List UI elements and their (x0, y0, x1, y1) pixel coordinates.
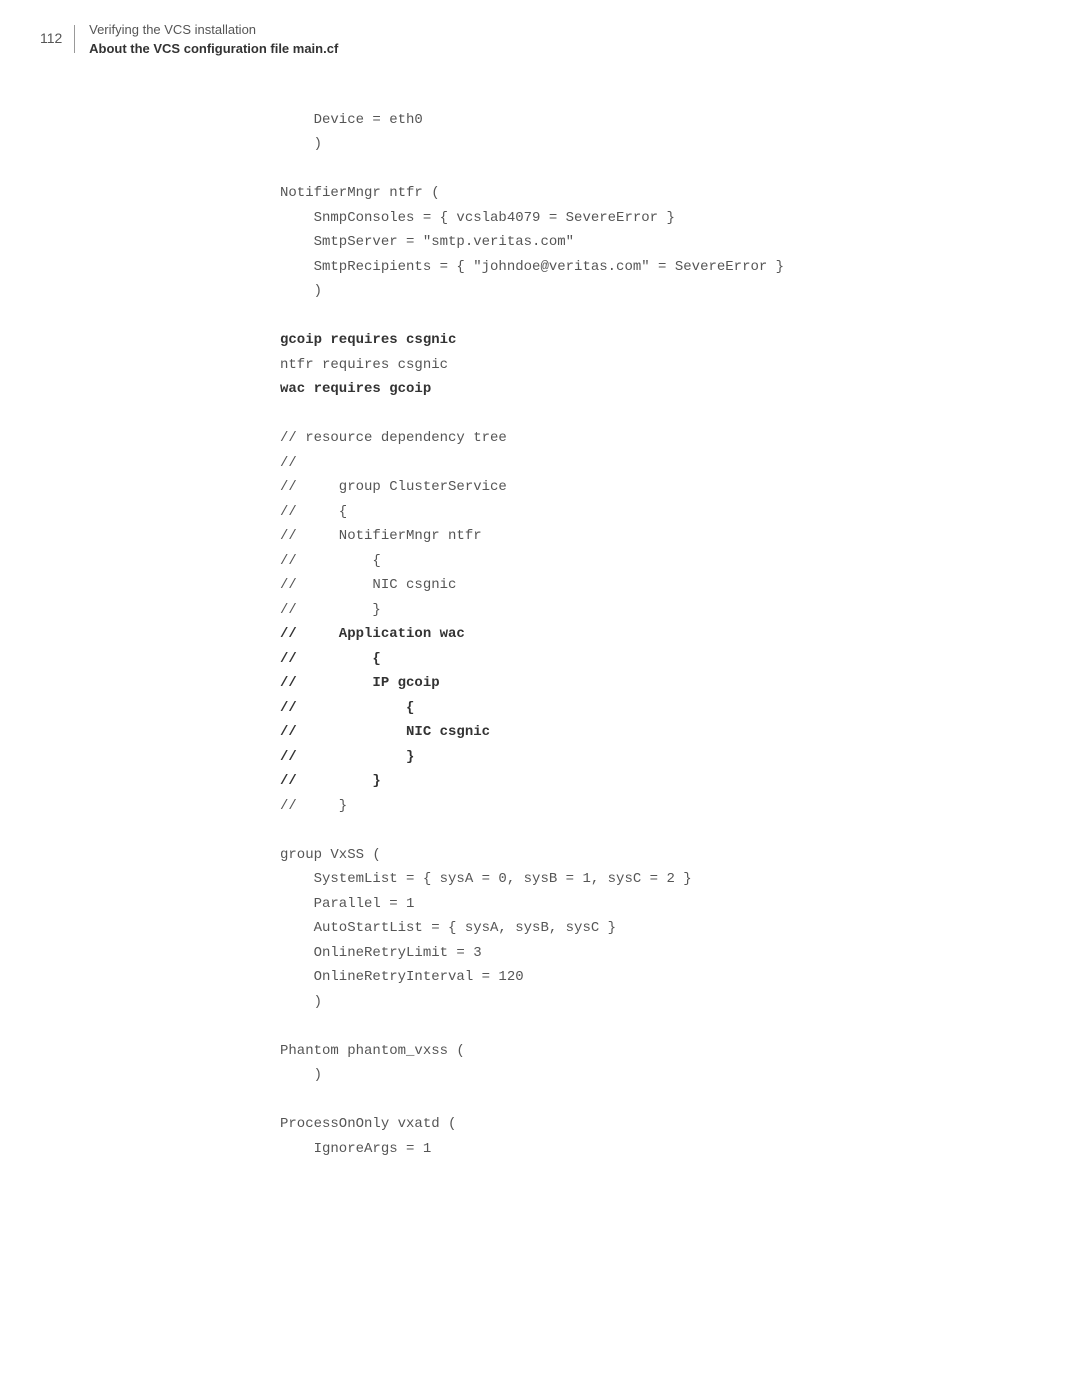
code-line-bold: wac requires gcoip (280, 381, 431, 397)
code-line: ntfr requires csgnic (280, 357, 448, 373)
code-line: SmtpServer = "smtp.veritas.com" (280, 234, 574, 250)
code-line: IgnoreArgs = 1 (280, 1141, 431, 1157)
code-line: ) (280, 283, 322, 299)
code-line: // (280, 455, 297, 471)
code-line: ) (280, 136, 322, 152)
code-block: Device = eth0 ) NotifierMngr ntfr ( Snmp… (0, 58, 1080, 1202)
code-line-bold: // } (280, 749, 414, 765)
code-line: // } (280, 798, 347, 814)
code-line-bold: // } (280, 773, 381, 789)
page-number: 112 (40, 30, 62, 46)
code-line: NotifierMngr ntfr ( (280, 185, 440, 201)
code-line: ) (280, 1067, 322, 1083)
code-line: // { (280, 504, 347, 520)
page-header: 112 Verifying the VCS installation About… (0, 0, 1080, 58)
code-line: // } (280, 602, 381, 618)
code-line: ) (280, 994, 322, 1010)
code-line: AutoStartList = { sysA, sysB, sysC } (280, 920, 616, 936)
code-line: // { (280, 553, 381, 569)
code-line: // group ClusterService (280, 479, 507, 495)
code-line: SnmpConsoles = { vcslab4079 = SevereErro… (280, 210, 675, 226)
code-line-bold: // NIC csgnic (280, 724, 490, 740)
code-line: OnlineRetryLimit = 3 (280, 945, 482, 961)
code-line-bold: // { (280, 651, 381, 667)
code-line: Device = eth0 (280, 112, 423, 128)
header-title: Verifying the VCS installation (89, 22, 256, 37)
header-subtitle: About the VCS configuration file main.cf (89, 41, 338, 56)
code-line: OnlineRetryInterval = 120 (280, 969, 524, 985)
code-line: Phantom phantom_vxss ( (280, 1043, 465, 1059)
header-text-block: Verifying the VCS installation About the… (89, 20, 338, 58)
code-line: group VxSS ( (280, 847, 381, 863)
code-line: Parallel = 1 (280, 896, 414, 912)
header-divider (74, 25, 75, 53)
code-line: // NIC csgnic (280, 577, 456, 593)
code-line: // resource dependency tree (280, 430, 507, 446)
code-line: SmtpRecipients = { "johndoe@veritas.com"… (280, 259, 784, 275)
code-line-bold: // { (280, 700, 414, 716)
code-line: SystemList = { sysA = 0, sysB = 1, sysC … (280, 871, 692, 887)
code-line-bold: // IP gcoip (280, 675, 440, 691)
code-line-bold: // Application wac (280, 626, 465, 642)
code-line: // NotifierMngr ntfr (280, 528, 482, 544)
code-line-bold: gcoip requires csgnic (280, 332, 456, 348)
code-line: ProcessOnOnly vxatd ( (280, 1116, 456, 1132)
